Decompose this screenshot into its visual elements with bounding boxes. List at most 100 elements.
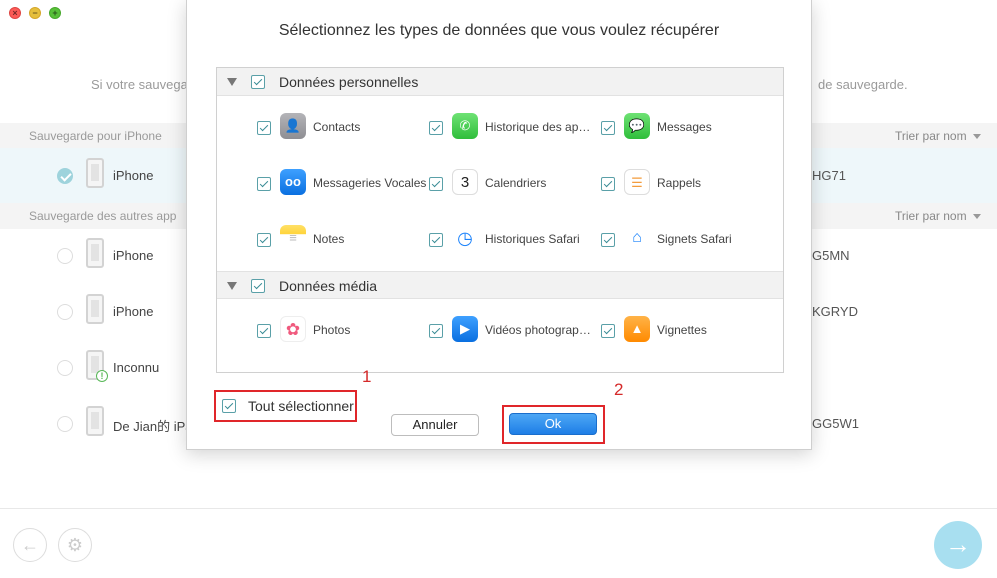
- category-checkbox[interactable]: [251, 279, 265, 293]
- section-label: Sauvegarde pour iPhone: [29, 129, 162, 143]
- item-label: Historiques Safari: [485, 232, 580, 246]
- item-call-history[interactable]: ✆ Historique des ap…: [429, 113, 599, 143]
- item-calendars[interactable]: 3 Calendriers: [429, 169, 599, 199]
- item-label: Messages: [657, 120, 712, 134]
- item-safari-bookmarks[interactable]: ⌂ Signets Safari: [601, 225, 771, 255]
- item-label: Photos: [313, 323, 351, 337]
- app-window: × − + Si votre sauvega de sauvegarde. Sa…: [0, 0, 997, 578]
- bottom-divider: [0, 508, 997, 509]
- item-checkbox[interactable]: [429, 177, 443, 191]
- item-checkbox[interactable]: [601, 121, 615, 135]
- device-name: Inconnu: [113, 360, 160, 375]
- category-label: Données média: [279, 278, 378, 294]
- window-close-button[interactable]: ×: [9, 7, 21, 19]
- back-button[interactable]: ←: [13, 528, 47, 562]
- select-all-checkbox[interactable]: Tout sélectionner: [214, 390, 357, 422]
- device-radio[interactable]: [57, 360, 73, 376]
- device-radio[interactable]: [57, 168, 73, 184]
- data-type-dialog: Sélectionnez les types de données que vo…: [186, 0, 812, 450]
- category-checkbox[interactable]: [251, 75, 265, 89]
- device-name: iPhone: [113, 248, 154, 263]
- item-label: Vignettes: [657, 323, 707, 337]
- item-checkbox[interactable]: [257, 324, 271, 338]
- phone-icon: ✆: [452, 113, 478, 139]
- device-name: iPhone: [113, 304, 154, 319]
- category-label: Données personnelles: [279, 74, 419, 90]
- item-checkbox[interactable]: [429, 233, 443, 247]
- sort-dropdown[interactable]: Trier par nom: [895, 123, 981, 149]
- item-reminders[interactable]: ☰ Rappels: [601, 169, 771, 199]
- item-checkbox[interactable]: [601, 233, 615, 247]
- item-checkbox[interactable]: [257, 121, 271, 135]
- ok-button[interactable]: Ok: [509, 413, 597, 435]
- item-label: Notes: [313, 232, 345, 246]
- item-contacts[interactable]: 👤 Contacts: [257, 113, 427, 143]
- hint-text-left: Si votre sauvega: [91, 77, 188, 92]
- item-videos[interactable]: ▶ Vidéos photograp…: [429, 316, 599, 346]
- thumbnails-icon: ▲: [624, 316, 650, 342]
- cancel-button[interactable]: Annuler: [391, 414, 479, 436]
- arrow-right-icon: →: [945, 529, 971, 559]
- device-serial: G5MN: [812, 248, 850, 263]
- notes-icon: ≡: [280, 225, 306, 251]
- item-checkbox[interactable]: [601, 324, 615, 338]
- item-checkbox[interactable]: [429, 121, 443, 135]
- gear-icon: ⚙: [66, 535, 84, 555]
- device-name: De Jian的 iPa: [113, 419, 193, 434]
- settings-button[interactable]: ⚙: [58, 528, 92, 562]
- dialog-title: Sélectionnez les types de données que vo…: [278, 22, 720, 39]
- next-button[interactable]: →: [934, 521, 982, 569]
- item-voicemail[interactable]: oo Messageries Vocales: [257, 169, 427, 199]
- window-zoom-button[interactable]: +: [49, 7, 61, 19]
- reminders-icon: ☰: [624, 169, 650, 195]
- voicemail-icon: oo: [280, 169, 306, 195]
- iphone-icon: [86, 294, 104, 324]
- photos-icon: ✿: [280, 316, 306, 342]
- item-checkbox[interactable]: [257, 233, 271, 247]
- select-all-label: Tout sélectionner: [248, 398, 354, 414]
- contacts-icon: 👤: [280, 113, 306, 139]
- item-messages[interactable]: 💬 Messages: [601, 113, 771, 143]
- device-serial: KGRYD: [812, 304, 858, 319]
- item-label: Messageries Vocales: [313, 176, 427, 190]
- iphone-icon: [86, 406, 104, 436]
- warning-icon: !: [96, 370, 108, 382]
- arrow-left-icon: ←: [21, 535, 39, 555]
- annotation-number-2: 2: [614, 380, 624, 399]
- videos-icon: ▶: [452, 316, 478, 342]
- iphone-icon: [86, 238, 104, 268]
- item-checkbox[interactable]: [429, 324, 443, 338]
- calendar-icon: 3: [452, 169, 478, 195]
- item-notes[interactable]: ≡ Notes: [257, 225, 427, 255]
- device-radio[interactable]: [57, 416, 73, 432]
- item-photos[interactable]: ✿ Photos: [257, 316, 427, 346]
- disclosure-triangle-icon[interactable]: [227, 78, 237, 86]
- iphone-icon: [86, 158, 104, 188]
- item-label: Calendriers: [485, 176, 547, 190]
- annotation-number-1: 1: [362, 367, 372, 386]
- item-label: Contacts: [313, 120, 361, 134]
- item-label: Historique des ap…: [485, 120, 591, 134]
- item-label: Signets Safari: [657, 232, 732, 246]
- disclosure-triangle-icon[interactable]: [227, 282, 237, 290]
- section-label: Sauvegarde des autres app: [29, 209, 177, 223]
- item-safari-history[interactable]: ◷ Historiques Safari: [429, 225, 599, 255]
- data-type-panel: Données personnelles 👤 Contacts ✆ Histor…: [216, 67, 784, 373]
- device-serial: GG5W1: [812, 416, 859, 431]
- hint-text-right: de sauvegarde.: [818, 77, 908, 92]
- window-minimize-button[interactable]: −: [29, 7, 41, 19]
- device-name: iPhone: [113, 168, 154, 183]
- select-all-check[interactable]: [222, 399, 236, 413]
- device-radio[interactable]: [57, 304, 73, 320]
- device-radio[interactable]: [57, 248, 73, 264]
- category-header-media[interactable]: Données média: [217, 271, 783, 299]
- safari-history-icon: ◷: [452, 225, 478, 251]
- messages-icon: 💬: [624, 113, 650, 139]
- category-header-personal[interactable]: Données personnelles: [217, 68, 783, 96]
- item-thumbnails[interactable]: ▲ Vignettes: [601, 316, 771, 346]
- item-checkbox[interactable]: [601, 177, 615, 191]
- item-label: Rappels: [657, 176, 702, 190]
- item-checkbox[interactable]: [257, 177, 271, 191]
- sort-dropdown[interactable]: Trier par nom: [895, 203, 981, 229]
- item-label: Vidéos photograp…: [485, 323, 591, 337]
